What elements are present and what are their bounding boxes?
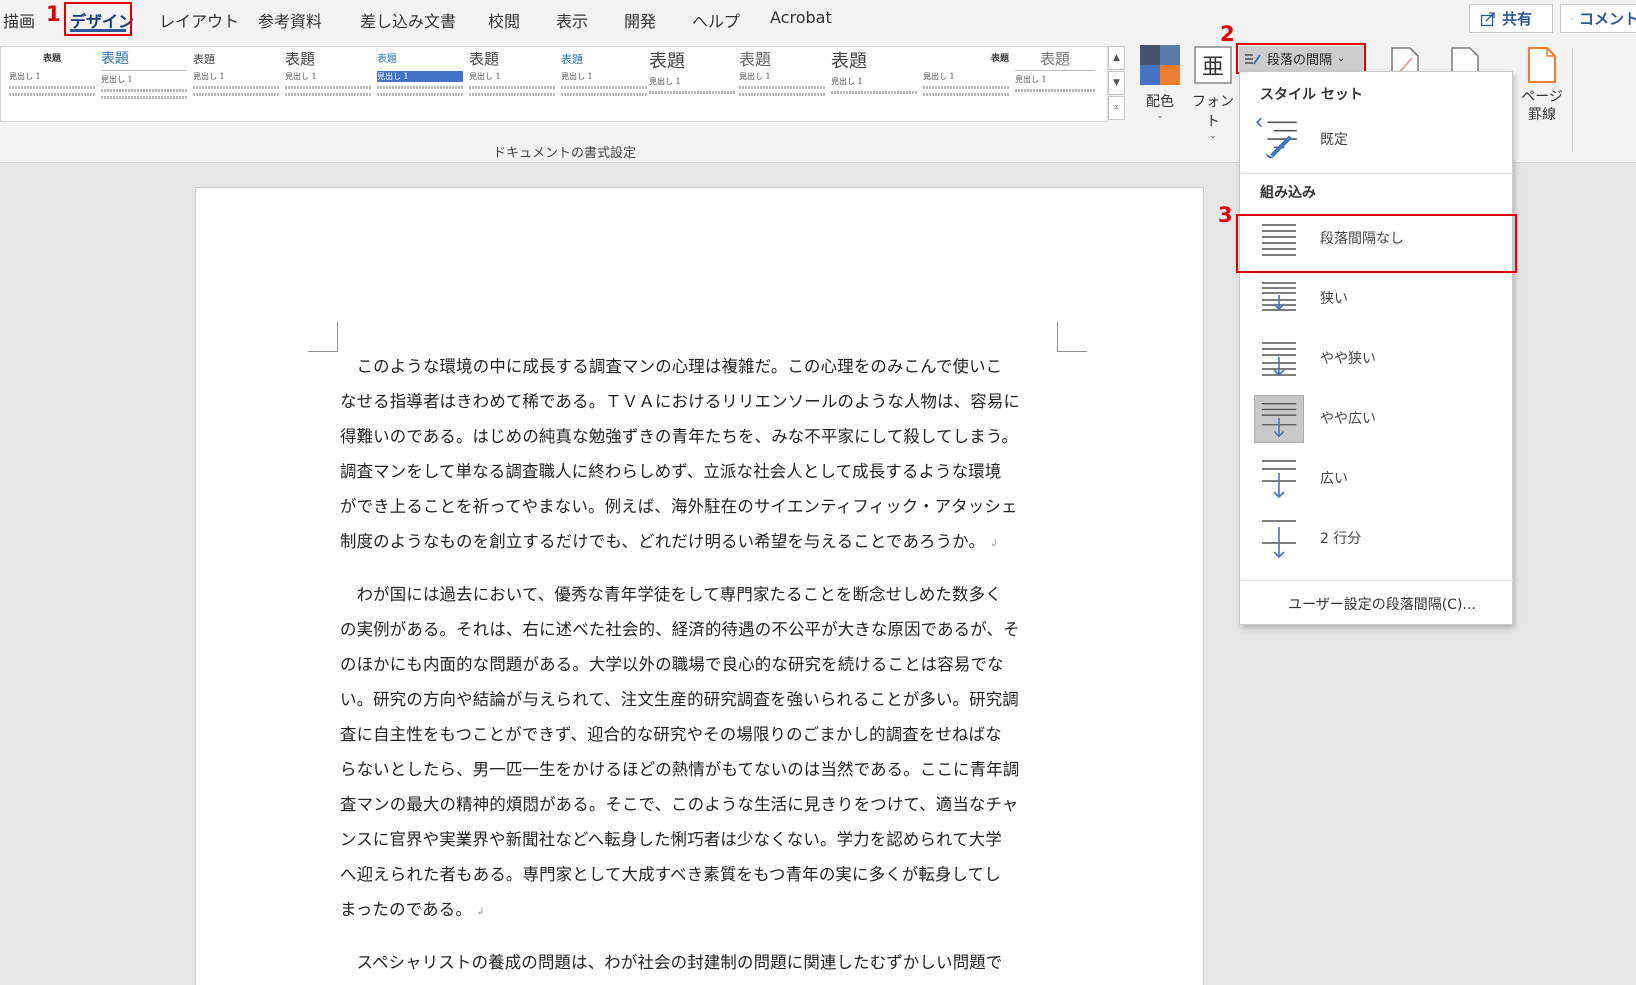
style-thumb[interactable]: 表題 見出し 1 (285, 51, 371, 119)
share-button[interactable]: 共有 (1469, 4, 1553, 33)
gallery-scroll-up-icon[interactable]: ▲ (1108, 46, 1125, 70)
custom-paragraph-spacing-link[interactable]: ユーザー設定の段落間隔(C)... (1288, 594, 1476, 614)
tab-view[interactable]: 表示 (556, 8, 588, 32)
style-set-heading: スタイル セット (1260, 87, 1363, 103)
double-spacing-icon (1262, 520, 1296, 559)
relaxed-spacing-icon (1262, 460, 1296, 499)
menu-item-label: 既定 (1320, 132, 1348, 148)
text-line-end: まったのである。 ↲ (340, 900, 486, 919)
style-set-gallery[interactable]: 表題 見出し 1 表題 見出し 1 表題 見出し 1 表題 見出し 1 表題 見… (0, 46, 1108, 122)
tab-help[interactable]: ヘルプ (692, 8, 740, 32)
chevron-down-icon: ⌄ (1156, 111, 1164, 121)
menu-item-open[interactable]: やや広い (1240, 390, 1514, 446)
tab-review[interactable]: 校閲 (488, 8, 520, 32)
step-3-highlight (1236, 214, 1517, 273)
text-line: い。研究の方向や結論が与えられて、注文生産的研究調査を強いられることが多い。研究… (340, 690, 1019, 709)
colors-label: 配色 (1146, 94, 1174, 110)
text-line: の実例がある。それは、右に述べた社会的、経済的待遇の不公平が大きな原因であるが、… (340, 620, 1020, 639)
tab-mailings[interactable]: 差し込み文書 (360, 8, 456, 32)
text-line: 得難いのである。はじめの純真な勉強ずきの青年たちを、みな不平家にして殺してしまう… (340, 427, 1019, 446)
ribbon-divider (1572, 48, 1573, 152)
tab-acrobat[interactable]: Acrobat (770, 8, 832, 27)
text-line: 査に自主性をもつことができず、迎合的な研究やその場限りのごまかし的調査をせねばな (340, 725, 1002, 744)
tab-developer[interactable]: 開発 (624, 8, 656, 32)
step-2-number: 2 (1220, 22, 1235, 46)
text-line: 査マンの最大の精神的煩悶がある。そこで、このような生活に見きりをつけて、適当なチ… (340, 795, 1019, 814)
style-thumb[interactable]: 表題 見出し 1 (469, 51, 555, 119)
tight-spacing-icon (1262, 342, 1296, 377)
text-line: このような環境の中に成長する調査マンの心理は複雑だ。この心理をのみこんで使いこ (340, 357, 1003, 376)
margin-corner-top-right (1057, 322, 1087, 352)
menu-item-double[interactable]: 2 行分 (1240, 510, 1514, 566)
style-thumb[interactable]: 表題 見出し 1 (377, 51, 463, 119)
menu-item-label: 広い (1320, 471, 1348, 487)
menu-item-relaxed[interactable]: 広い (1240, 450, 1514, 506)
style-thumb[interactable]: 表題 見出し 1 (1015, 51, 1095, 119)
comment-icon (1571, 17, 1573, 20)
text-line: 調査マンをして単なる調査職人に終わらしめず、立派な社会人として成長するような環境 (340, 462, 1002, 481)
page-borders-button[interactable]: ページ 罫線 (1514, 46, 1570, 124)
text-line: なせる指導者はきわめて稀である。ＴＶＡにおけるリリエンソールのような人物は、容易… (340, 392, 1021, 411)
default-style-brush-icon (1255, 117, 1297, 159)
tab-draw[interactable]: 描画 (3, 8, 35, 32)
page-borders-icon (1528, 47, 1556, 83)
step-1-number: 1 (46, 2, 61, 26)
gallery-scroll-down-icon[interactable]: ▼ (1108, 71, 1125, 95)
comments-label: コメント (1578, 10, 1636, 28)
style-thumb[interactable]: 表題 見出し 1 (649, 51, 735, 119)
paragraph-mark-icon: ↲ (989, 537, 999, 550)
page-borders-label-2: 罫線 (1528, 107, 1556, 123)
menu-item-tight[interactable]: やや狭い (1240, 330, 1514, 386)
step-3-number: 3 (1218, 203, 1233, 227)
tab-layout[interactable]: レイアウト (159, 8, 239, 32)
tab-references[interactable]: 参考資料 (258, 8, 322, 32)
text-line: ができ上ることを祈ってやまない。例えば、海外駐在のサイエンティフィック・アタッシ… (340, 497, 1018, 516)
paragraph-mark-icon: ↲ (475, 905, 486, 918)
text-line: へ迎えられた者もある。専門家として大成すべき素質をもつ青年の実に多くが転身してし (340, 865, 1001, 884)
menu-item-label: 2 行分 (1320, 531, 1362, 547)
menu-item-default[interactable]: 既定 (1240, 108, 1514, 168)
ribbon-tabs: 描画 デザイン レイアウト 参考資料 差し込み文書 校閲 表示 開発 ヘルプ A… (0, 0, 1636, 38)
page-borders-label-1: ページ (1521, 89, 1563, 105)
text-line: らないとしたら、男一匹一生をかけるほどの熱情がもてないのは当然である。ここに青年… (340, 760, 1020, 779)
style-thumb[interactable]: 表題 見出し 1 (831, 51, 917, 119)
style-thumb[interactable]: 表題 見出し 1 (101, 51, 187, 119)
style-thumb[interactable]: 表題 見出し 1 (923, 51, 1009, 119)
menu-item-label: 狭い (1320, 291, 1348, 307)
chevron-down-icon: ⌄ (1209, 131, 1217, 141)
menu-item-compact[interactable]: 狭い (1240, 270, 1514, 326)
style-thumb[interactable]: 表題 見出し 1 (561, 51, 647, 119)
color-palette-icon (1140, 45, 1180, 85)
text-line: のほかにも内面的な問題がある。大学以外の職場で良心的な研究を続けることは容易でな (340, 655, 1004, 674)
style-thumb[interactable]: 表題 見出し 1 (739, 51, 825, 119)
compact-spacing-icon (1262, 282, 1296, 311)
menu-item-label: やや狭い (1320, 351, 1376, 367)
margin-corner-top-left (308, 322, 338, 352)
document-formatting-group-label: ドキュメントの書式設定 (493, 146, 637, 161)
svg-text:亜: 亜 (1202, 55, 1224, 80)
share-label: 共有 (1502, 10, 1533, 28)
fonts-label: フォント (1192, 94, 1234, 130)
gallery-expand-icon[interactable]: ⩡ (1108, 96, 1125, 120)
share-icon (1480, 11, 1495, 26)
open-spacing-icon (1254, 395, 1304, 443)
text-line-end: 制度のようなものを創立するだけでも、どれだけ明るい希望を与えることであろうか。 ↲ (340, 532, 999, 551)
style-thumb[interactable]: 表題 見出し 1 (9, 51, 95, 119)
comments-button[interactable]: コメント (1560, 4, 1636, 33)
text-line: わが国には過去において、優秀な青年学徒をして専門家たることを断念せしめた数多く (340, 585, 1002, 604)
text-line: スペシャリストの養成の問題は、わが社会の封建制の問題に関連したむずかしい問題で (340, 953, 1003, 972)
style-thumb[interactable]: 表題 見出し 1 (193, 51, 279, 119)
step-1-highlight (64, 2, 132, 36)
builtin-heading: 組み込み (1260, 185, 1316, 201)
colors-button[interactable]: 配色 ⌄ (1135, 44, 1185, 121)
fonts-button[interactable]: 亜 フォント ⌄ (1186, 44, 1240, 141)
step-2-highlight (1236, 43, 1366, 74)
text-line: ンスに官界や実業界や新聞社などへ転身した悧巧者は少なくない。学力を認められて大学 (340, 830, 1002, 849)
font-icon: 亜 (1194, 46, 1232, 84)
menu-item-label: やや広い (1320, 411, 1376, 427)
paragraph-spacing-menu: スタイル セット 既定 組み込み 段落間隔なし 狭い やや狭い やや広い 広い … (1239, 71, 1513, 625)
gallery-scroll-controls: ▲ ▼ ⩡ (1108, 46, 1126, 122)
